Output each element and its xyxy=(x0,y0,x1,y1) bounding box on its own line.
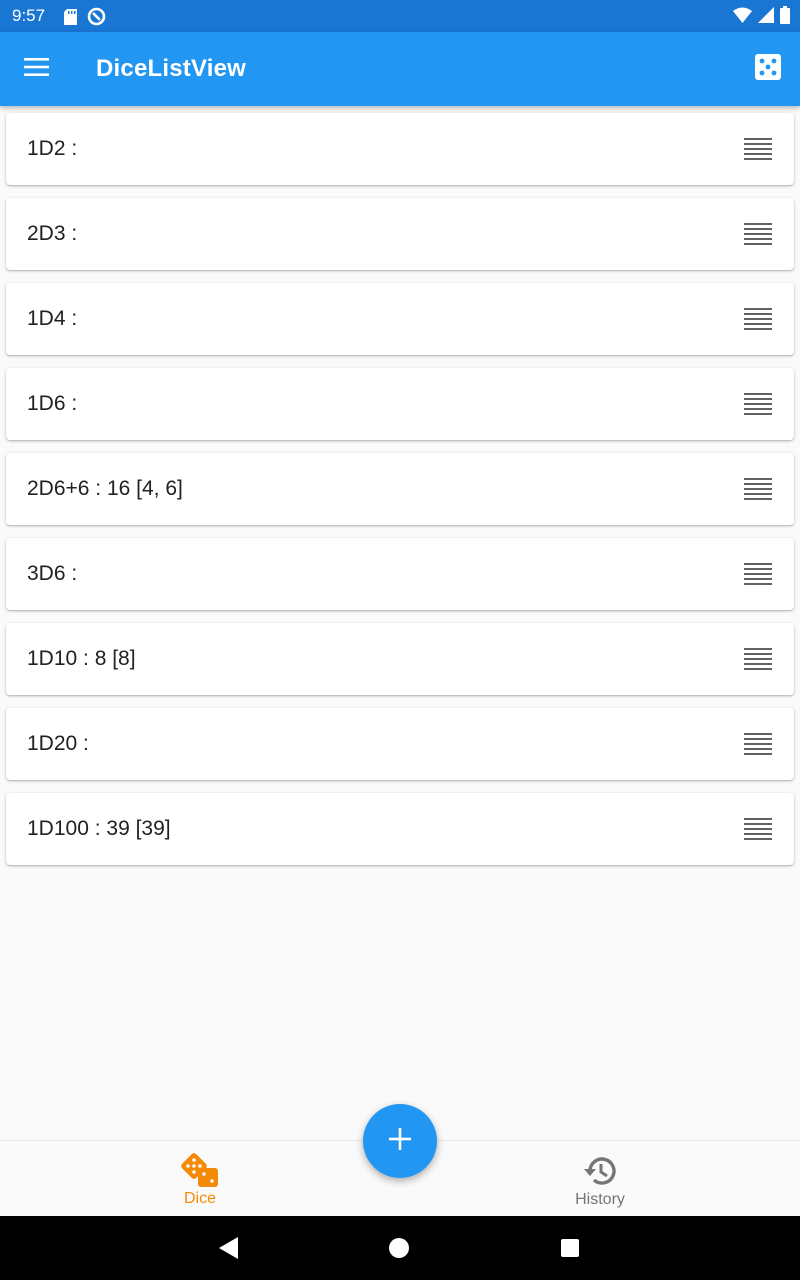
drag-handle-icon[interactable] xyxy=(744,563,772,585)
back-icon[interactable] xyxy=(219,1237,239,1264)
status-time: 9:57 xyxy=(12,6,46,25)
sd-card-icon xyxy=(64,8,77,30)
dice-label: 2D3 : xyxy=(27,222,78,245)
home-icon[interactable] xyxy=(389,1238,409,1258)
dice-label: 2D6+6 : 16 [4, 6] xyxy=(27,477,183,500)
list-item[interactable]: 1D2 : xyxy=(6,113,794,185)
signal-icon xyxy=(758,7,774,28)
wifi-icon xyxy=(733,7,752,28)
history-icon xyxy=(578,1153,622,1189)
drag-handle-icon[interactable] xyxy=(744,818,772,840)
drag-handle-icon[interactable] xyxy=(744,478,772,500)
dice-label: 1D4 : xyxy=(27,307,78,330)
list-item[interactable]: 3D6 : xyxy=(6,538,794,610)
list-item[interactable]: 2D6+6 : 16 [4, 6] xyxy=(6,453,794,525)
system-navigation-bar xyxy=(0,1216,800,1280)
battery-icon xyxy=(780,6,790,29)
recents-icon[interactable] xyxy=(561,1239,579,1257)
nav-item-dice[interactable]: Dice xyxy=(0,1141,400,1217)
status-bar: 9:57 xyxy=(0,0,800,32)
dice-icon xyxy=(178,1153,222,1189)
status-right-icons xyxy=(733,6,790,29)
list-item[interactable]: 1D4 : xyxy=(6,283,794,355)
menu-button[interactable] xyxy=(18,51,54,87)
nav-label-dice: Dice xyxy=(183,1190,216,1207)
drag-handle-icon[interactable] xyxy=(744,308,772,330)
dice-list: 1D2 : 2D3 : 1D4 : 1D6 : 2D6+6 : 16 [4, 6… xyxy=(6,113,794,878)
dice-icon xyxy=(755,53,781,85)
list-item[interactable]: 1D20 : xyxy=(6,708,794,780)
list-item[interactable]: 1D10 : 8 [8] xyxy=(6,623,794,695)
dice-label: 1D100 : 39 [39] xyxy=(27,817,171,840)
page-title: DiceListView xyxy=(96,55,247,82)
drag-handle-icon[interactable] xyxy=(744,648,772,670)
drag-handle-icon[interactable] xyxy=(744,138,772,160)
list-item[interactable]: 1D100 : 39 [39] xyxy=(6,793,794,865)
status-left-icons xyxy=(64,7,106,31)
roll-dice-button[interactable] xyxy=(752,53,784,85)
drag-handle-icon[interactable] xyxy=(744,223,772,245)
dice-label: 1D6 : xyxy=(27,392,78,415)
add-dice-button[interactable] xyxy=(363,1104,437,1178)
nav-item-history[interactable]: History xyxy=(400,1141,800,1217)
dice-label: 3D6 : xyxy=(27,562,78,585)
list-item[interactable]: 2D3 : xyxy=(6,198,794,270)
sync-icon xyxy=(87,7,106,31)
dice-label: 1D2 : xyxy=(27,137,78,160)
drag-handle-icon[interactable] xyxy=(744,733,772,755)
drag-handle-icon[interactable] xyxy=(744,393,772,415)
dice-label: 1D20 : xyxy=(27,732,89,755)
plus-icon xyxy=(389,1127,411,1155)
list-item[interactable]: 1D6 : xyxy=(6,368,794,440)
dice-label: 1D10 : 8 [8] xyxy=(27,647,136,670)
app-bar: DiceListView xyxy=(0,32,800,106)
menu-icon xyxy=(23,57,49,81)
nav-label-history: History xyxy=(575,1191,625,1208)
